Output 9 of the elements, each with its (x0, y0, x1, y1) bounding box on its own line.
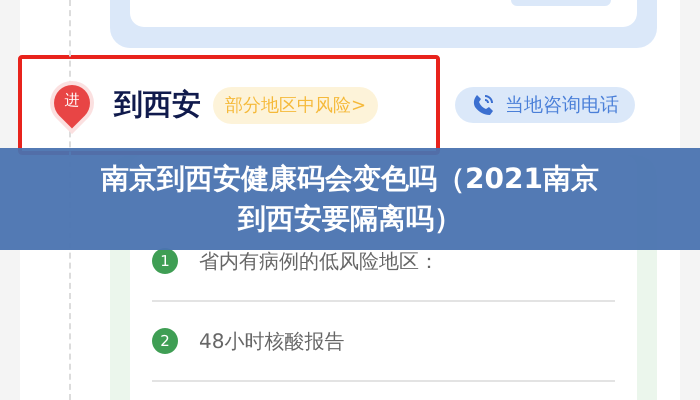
hotline-button[interactable]: 当地咨询电话 (455, 87, 635, 123)
step-number: 2 (152, 328, 178, 354)
risk-badge[interactable]: 部分地区中风险> (213, 86, 378, 124)
requirement-text: 省内有病例的低风险地区： (199, 248, 439, 275)
phone-icon (471, 93, 495, 117)
destination-title: 到西安 (114, 86, 201, 124)
requirement-text: 48小时核酸报告 (199, 328, 344, 355)
article-title: 南京到西安健康码会变色吗（2021南京 到西安要隔离吗） (101, 161, 599, 237)
step-number: 1 (152, 248, 178, 274)
